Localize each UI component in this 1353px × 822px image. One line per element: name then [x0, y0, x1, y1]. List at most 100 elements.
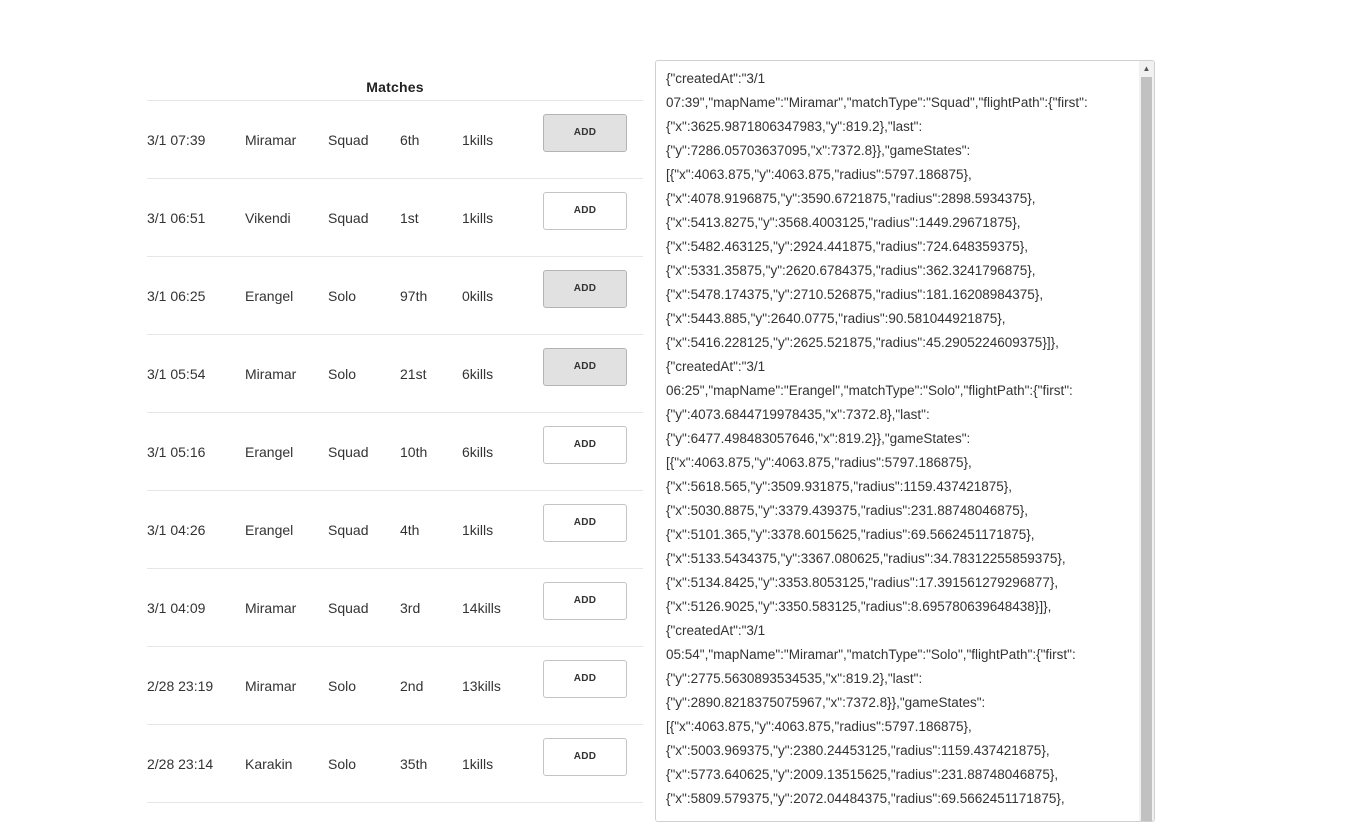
json-line: {"x":5134.8425,"y":3353.8053125,"radius"…: [666, 575, 1059, 590]
scroll-thumb[interactable]: [1141, 77, 1152, 821]
json-line: [{"x":4063.875,"y":4063.875,"radius":579…: [666, 455, 972, 470]
match-placement: 2nd: [400, 678, 424, 694]
matches-title: Matches: [147, 70, 643, 101]
json-line: {"x":5126.9025,"y":3350.583125,"radius":…: [666, 599, 1052, 614]
match-placement: 97th: [400, 288, 428, 304]
add-button[interactable]: ADD: [543, 114, 627, 152]
json-line: {"x":5443.885,"y":2640.0775,"radius":90.…: [666, 311, 1006, 326]
json-output-text: {"createdAt":"3/1 07:39","mapName":"Miram…: [666, 67, 1136, 811]
json-line: {"y":2890.8218375075967,"x":7372.8}},"ga…: [666, 695, 986, 710]
match-date: 3/1 06:25: [147, 288, 206, 304]
match-kills: 13kills: [462, 678, 501, 694]
match-type: Solo: [328, 366, 357, 382]
match-kills: 1kills: [462, 132, 494, 148]
match-kills: 6kills: [462, 366, 494, 382]
json-line: {"createdAt":"3/1: [666, 71, 766, 86]
match-map: Miramar: [245, 366, 297, 382]
match-date: 3/1 04:09: [147, 600, 206, 616]
match-type: Squad: [328, 210, 369, 226]
json-line: {"x":5478.174375,"y":2710.526875,"radius…: [666, 287, 1044, 302]
match-date: 3/1 05:54: [147, 366, 206, 382]
json-line: {"x":5773.640625,"y":2009.13515625,"radi…: [666, 767, 1059, 782]
json-line: {"x":5331.35875,"y":2620.6784375,"radius…: [666, 263, 1036, 278]
match-placement: 6th: [400, 132, 420, 148]
json-line: [{"x":4063.875,"y":4063.875,"radius":579…: [666, 719, 972, 734]
json-line: {"x":3625.9871806347983,"y":819.2},"last…: [666, 119, 923, 134]
match-placement: 4th: [400, 522, 420, 538]
match-kills: 1kills: [462, 522, 494, 538]
json-line: {"x":5809.579375,"y":2072.04484375,"radi…: [666, 791, 1065, 806]
match-map: Vikendi: [245, 210, 291, 226]
match-row: 3/1 04:26 Erangel Squad 4th 1kills ADD: [147, 491, 643, 569]
match-map: Erangel: [245, 522, 294, 538]
match-date: 3/1 07:39: [147, 132, 206, 148]
match-placement: 21st: [400, 366, 427, 382]
match-map: Erangel: [245, 288, 294, 304]
add-button[interactable]: ADD: [543, 582, 627, 620]
match-map: Miramar: [245, 132, 297, 148]
json-line: {"x":5416.228125,"y":2625.521875,"radius…: [666, 335, 1059, 350]
add-button[interactable]: ADD: [543, 426, 627, 464]
match-kills: 6kills: [462, 444, 494, 460]
match-placement: 10th: [400, 444, 428, 460]
json-line: {"x":5413.8275,"y":3568.4003125,"radius"…: [666, 215, 1021, 230]
match-map: Miramar: [245, 600, 297, 616]
match-type: Squad: [328, 444, 369, 460]
add-button[interactable]: ADD: [543, 738, 627, 776]
json-line: 07:39","mapName":"Miramar","matchType":"…: [666, 95, 1088, 110]
match-row: 3/1 05:16 Erangel Squad 10th 6kills ADD: [147, 413, 643, 491]
match-type: Solo: [328, 756, 357, 772]
match-date: 2/28 23:14: [147, 756, 214, 772]
json-line: 05:54","mapName":"Miramar","matchType":"…: [666, 647, 1076, 662]
match-map: Karakin: [245, 756, 293, 772]
match-kills: 1kills: [462, 756, 494, 772]
json-line: 06:25","mapName":"Erangel","matchType":"…: [666, 383, 1073, 398]
json-line: {"createdAt":"3/1: [666, 623, 766, 638]
json-output-textarea[interactable]: {"createdAt":"3/1 07:39","mapName":"Miram…: [655, 60, 1155, 822]
match-row: 2/28 23:14 Karakin Solo 35th 1kills ADD: [147, 725, 643, 803]
json-line: {"y":6477.498483057646,"x":819.2}},"game…: [666, 431, 971, 446]
add-button[interactable]: ADD: [543, 348, 627, 386]
match-date: 3/1 04:26: [147, 522, 206, 538]
json-scrollbar[interactable]: ▲: [1139, 61, 1154, 821]
add-button[interactable]: ADD: [543, 504, 627, 542]
match-date: 2/28 23:19: [147, 678, 214, 694]
match-date: 3/1 06:51: [147, 210, 206, 226]
add-button[interactable]: ADD: [543, 660, 627, 698]
json-line: {"x":4078.9196875,"y":3590.6721875,"radi…: [666, 191, 1036, 206]
json-line: {"y":4073.6844719978435,"x":7372.8},"las…: [666, 407, 930, 422]
match-kills: 0kills: [462, 288, 494, 304]
match-date: 3/1 05:16: [147, 444, 206, 460]
match-row: 3/1 06:51 Vikendi Squad 1st 1kills ADD: [147, 179, 643, 257]
json-line: {"y":7286.05703637095,"x":7372.8}},"game…: [666, 143, 971, 158]
match-type: Solo: [328, 678, 357, 694]
json-line: {"createdAt":"3/1: [666, 359, 766, 374]
json-line: {"x":5133.5434375,"y":3367.080625,"radiu…: [666, 551, 1066, 566]
json-line: {"x":5030.8875,"y":3379.439375,"radius":…: [666, 503, 1029, 518]
match-placement: 1st: [400, 210, 419, 226]
match-map: Miramar: [245, 678, 297, 694]
match-list: 3/1 07:39 Miramar Squad 6th 1kills ADD 3/1 06:…: [147, 101, 643, 803]
match-row: 3/1 04:09 Miramar Squad 3rd 14kills ADD: [147, 569, 643, 647]
match-type: Squad: [328, 132, 369, 148]
json-line: {"x":5003.969375,"y":2380.24453125,"radi…: [666, 743, 1050, 758]
match-kills: 1kills: [462, 210, 494, 226]
json-line: [{"x":4063.875,"y":4063.875,"radius":579…: [666, 167, 972, 182]
match-row: 3/1 07:39 Miramar Squad 6th 1kills ADD: [147, 101, 643, 179]
match-row: 3/1 06:25 Erangel Solo 97th 0kills ADD: [147, 257, 643, 335]
add-button[interactable]: ADD: [543, 192, 627, 230]
json-line: {"x":5482.463125,"y":2924.441875,"radius…: [666, 239, 1029, 254]
match-type: Squad: [328, 600, 369, 616]
matches-panel: Matches 3/1 07:39 Miramar Squad 6th 1kills AD…: [147, 70, 643, 803]
add-button[interactable]: ADD: [543, 270, 627, 308]
match-map: Erangel: [245, 444, 294, 460]
match-type: Squad: [328, 522, 369, 538]
json-line: {"y":2775.5630893534535,"x":819.2},"last…: [666, 671, 923, 686]
match-type: Solo: [328, 288, 357, 304]
json-line: {"x":5101.365,"y":3378.6015625,"radius":…: [666, 527, 1035, 542]
scroll-up-arrow-icon[interactable]: ▲: [1139, 61, 1154, 76]
match-kills: 14kills: [462, 600, 501, 616]
match-placement: 35th: [400, 756, 428, 772]
match-row: 2/28 23:19 Miramar Solo 2nd 13kills ADD: [147, 647, 643, 725]
json-line: {"x":5618.565,"y":3509.931875,"radius":1…: [666, 479, 1013, 494]
